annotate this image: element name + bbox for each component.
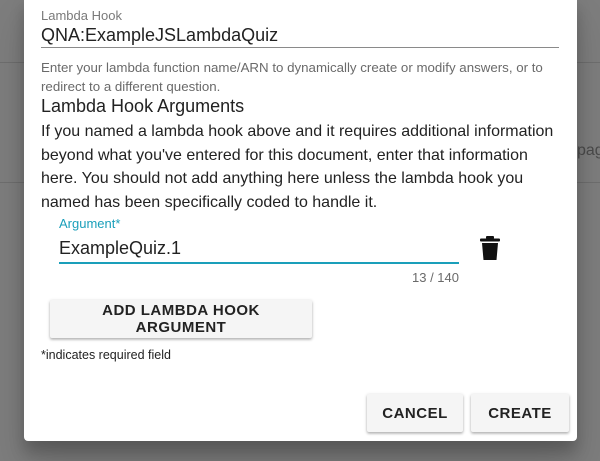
background-text: page	[577, 142, 600, 159]
create-button[interactable]: CREATE	[471, 394, 569, 432]
lambda-hook-label: Lambda Hook	[41, 8, 122, 23]
lambda-hook-input[interactable]	[41, 23, 559, 48]
lambda-hook-arguments-description: If you named a lambda hook above and it …	[41, 123, 554, 211]
argument-character-counter: 13 / 140	[412, 270, 459, 285]
lambda-hook-arguments-title: Lambda Hook Arguments	[41, 96, 245, 116]
required-field-note: *indicates required field	[41, 348, 171, 362]
argument-label: Argument*	[59, 216, 121, 231]
cancel-button[interactable]: CANCEL	[367, 394, 463, 432]
add-lambda-hook-argument-button[interactable]: ADD LAMBDA HOOK ARGUMENT	[50, 300, 312, 338]
trash-icon[interactable]	[479, 235, 501, 261]
argument-input[interactable]	[59, 235, 459, 261]
argument-focus-underline	[59, 262, 459, 264]
lambda-hook-help-text: Enter your lambda function name/ARN to d…	[41, 60, 543, 94]
create-document-dialog: Lambda Hook Enter your lambda function n…	[24, 0, 577, 441]
